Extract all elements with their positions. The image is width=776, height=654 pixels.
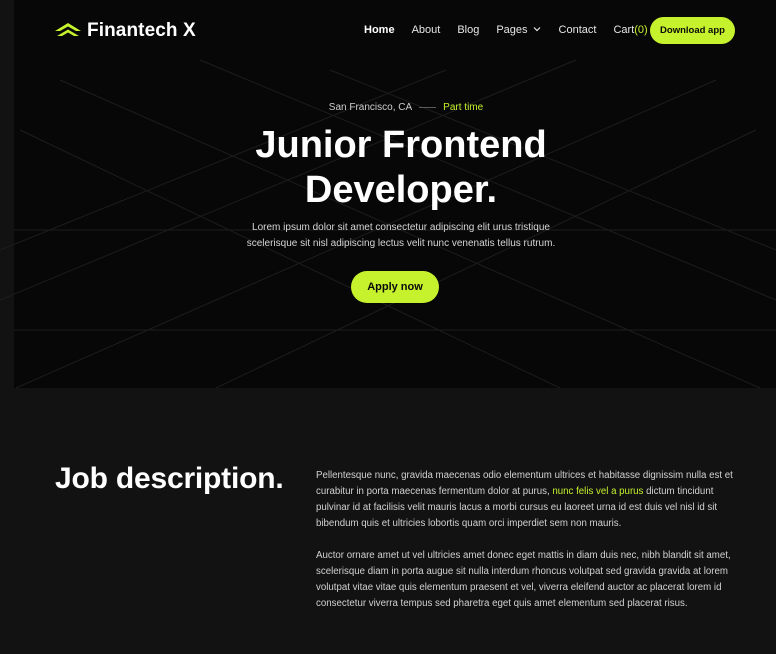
job-location: San Francisco, CA [328,102,413,113]
download-app-button[interactable]: Download app [650,17,735,44]
nav-contact-link[interactable]: Contact [559,24,597,36]
chevron-down-icon [533,27,540,32]
brand-logo[interactable]: Finantech X [55,20,196,42]
nav-pages-dropdown[interactable]: Pages [496,24,541,36]
brand-name: Finantech X [87,20,196,41]
job-description-paragraph-2: Auctor ornare amet ut vel ultricies amet… [316,550,731,609]
nav-pages-label: Pages [496,24,528,36]
chevron-stack-logo-icon [55,23,81,36]
job-description-paragraph-1: Pellentesque nunc, gravida maecenas odio… [316,468,736,532]
cart-count-badge: (0) [634,24,648,36]
job-title-line-1: Junior Frontend [255,124,547,166]
job-type: Part time [443,102,484,113]
cart-label: Cart [613,24,635,36]
job-summary: Lorem ipsum dolor sit amet consectetur a… [13,220,776,252]
job-summary-line-2: scelerisque sit nisl adipiscing lectus v… [246,238,556,249]
apply-now-button[interactable]: Apply now [351,271,439,303]
main-menu: Home About Blog Pages Contact Cart(0) [364,24,648,36]
highlighted-link[interactable]: nunc felis vel a purus [552,486,643,497]
job-title-line-2: Developer. [304,169,498,211]
meta-divider [419,107,437,108]
job-summary-line-1: Lorem ipsum dolor sit amet consectetur a… [252,222,550,233]
nav-cart-link[interactable]: Cart(0) [613,24,647,36]
job-meta: San Francisco, CA Part time [18,102,776,113]
top-navigation: Finantech X Home About Blog Pages Contac… [0,0,776,62]
nav-blog-link[interactable]: Blog [457,24,479,36]
job-description-body: Pellentesque nunc, gravida maecenas odio… [316,468,736,612]
job-title: Junior Frontend Developer. [13,123,776,213]
hero-section: Finantech X Home About Blog Pages Contac… [0,0,776,388]
nav-home-link[interactable]: Home [364,24,395,36]
nav-about-link[interactable]: About [412,24,441,36]
job-description-heading: Job description. [55,462,284,495]
